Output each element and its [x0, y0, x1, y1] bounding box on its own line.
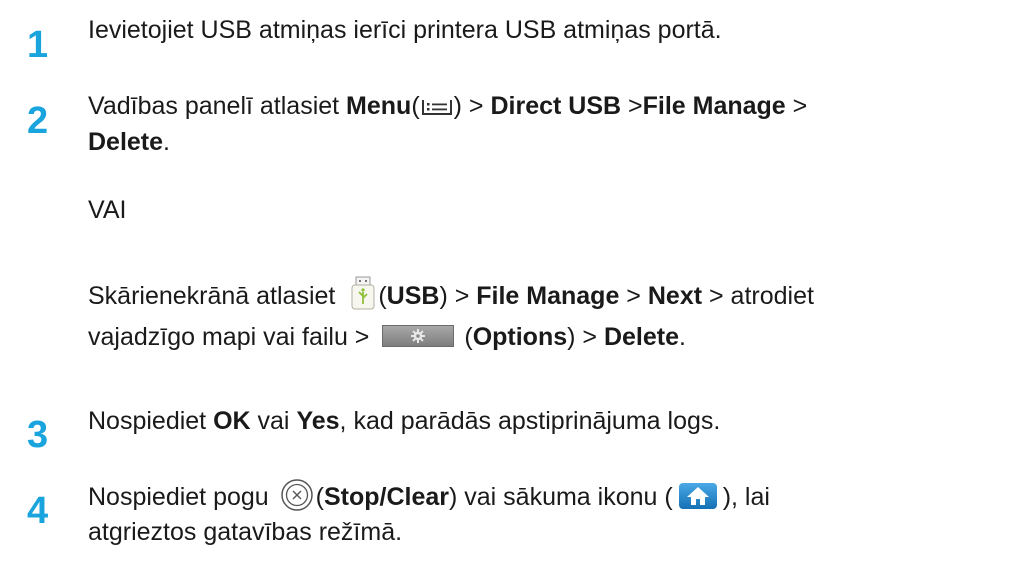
file-manage-label: File Manage [642, 92, 786, 120]
step-4-text: ), lai [722, 483, 770, 511]
step-3-text-part: vai [250, 407, 297, 435]
menu-label: Menu [346, 92, 412, 120]
step-2-text: > [621, 92, 643, 120]
period: . [679, 323, 686, 351]
step-4-line-1: Nospiediet pogu (Stop/Clear) vai sākuma … [88, 478, 1028, 515]
gear-icon [382, 325, 455, 348]
step-2-line-3: Skārienekrānā atlasiet (USB) > File Mana… [88, 276, 1028, 314]
step-4-text: atgrieztos gatavības režīmā. [88, 518, 403, 546]
or-label: VAI [88, 194, 1028, 226]
delete-label: Delete [88, 128, 164, 156]
step-4-text: Nospiediet pogu [88, 483, 276, 511]
step-number-4: 4 [27, 490, 49, 532]
usb-drive-icon [350, 276, 376, 310]
step-2-text: vajadzīgo mapi vai failu > [88, 323, 377, 351]
step-2-line-4: vajadzīgo mapi vai failu > (Options) > D… [88, 321, 1028, 353]
step-2-text: > [785, 92, 808, 120]
step-4-text: ) vai sākuma ikonu ( [449, 483, 673, 511]
ok-label: OK [213, 407, 251, 435]
step-1-text: Ievietojiet USB atmiņas ierīci printera … [88, 14, 1028, 46]
period: . [163, 128, 170, 156]
step-2-text: > atrodiet [702, 282, 814, 310]
step-2-text: ) > [439, 282, 477, 310]
step-2-text: ) > [453, 92, 491, 120]
next-label: Next [647, 282, 703, 310]
paren: ( [315, 483, 324, 511]
direct-usb-label: Direct USB [490, 92, 622, 120]
usb-label: USB [386, 282, 440, 310]
paren: ( [411, 92, 420, 120]
step-2-line-2: Delete. [88, 126, 1028, 158]
step-2-text: Vadības panelī atlasiet [88, 92, 347, 120]
stop-clear-icon [280, 478, 314, 512]
step-3-text-part: , kad parādās apstiprinājuma logs. [339, 407, 721, 435]
step-2-text: Skārienekrānā atlasiet [88, 282, 343, 310]
step-4-line-2: atgrieztos gatavības režīmā. [88, 516, 1028, 548]
menu-icon [420, 93, 454, 117]
paren: ( [378, 282, 387, 310]
step-2-text: ) > [567, 323, 604, 351]
yes-label: Yes [296, 407, 340, 435]
step-3-text: Nospiediet OK vai Yes, kad parādās apsti… [88, 405, 1028, 437]
step-2-text: > [619, 282, 648, 310]
home-icon [678, 483, 717, 510]
file-manage-label: File Manage [476, 282, 620, 310]
step-3-text-part: Nospiediet [88, 407, 214, 435]
options-label: Options [472, 323, 568, 351]
paren: ( [464, 323, 473, 351]
delete-label: Delete [603, 323, 679, 351]
or-text: VAI [88, 196, 127, 224]
step-1-line: Ievietojiet USB atmiņas ierīci printera … [88, 16, 722, 44]
step-number-3: 3 [27, 414, 49, 456]
step-2-line-1: Vadības panelī atlasiet Menu( ) > Direct … [88, 90, 1028, 122]
step-number-2: 2 [27, 100, 49, 142]
step-number-1: 1 [27, 24, 49, 66]
stop-clear-label: Stop/Clear [323, 483, 449, 511]
